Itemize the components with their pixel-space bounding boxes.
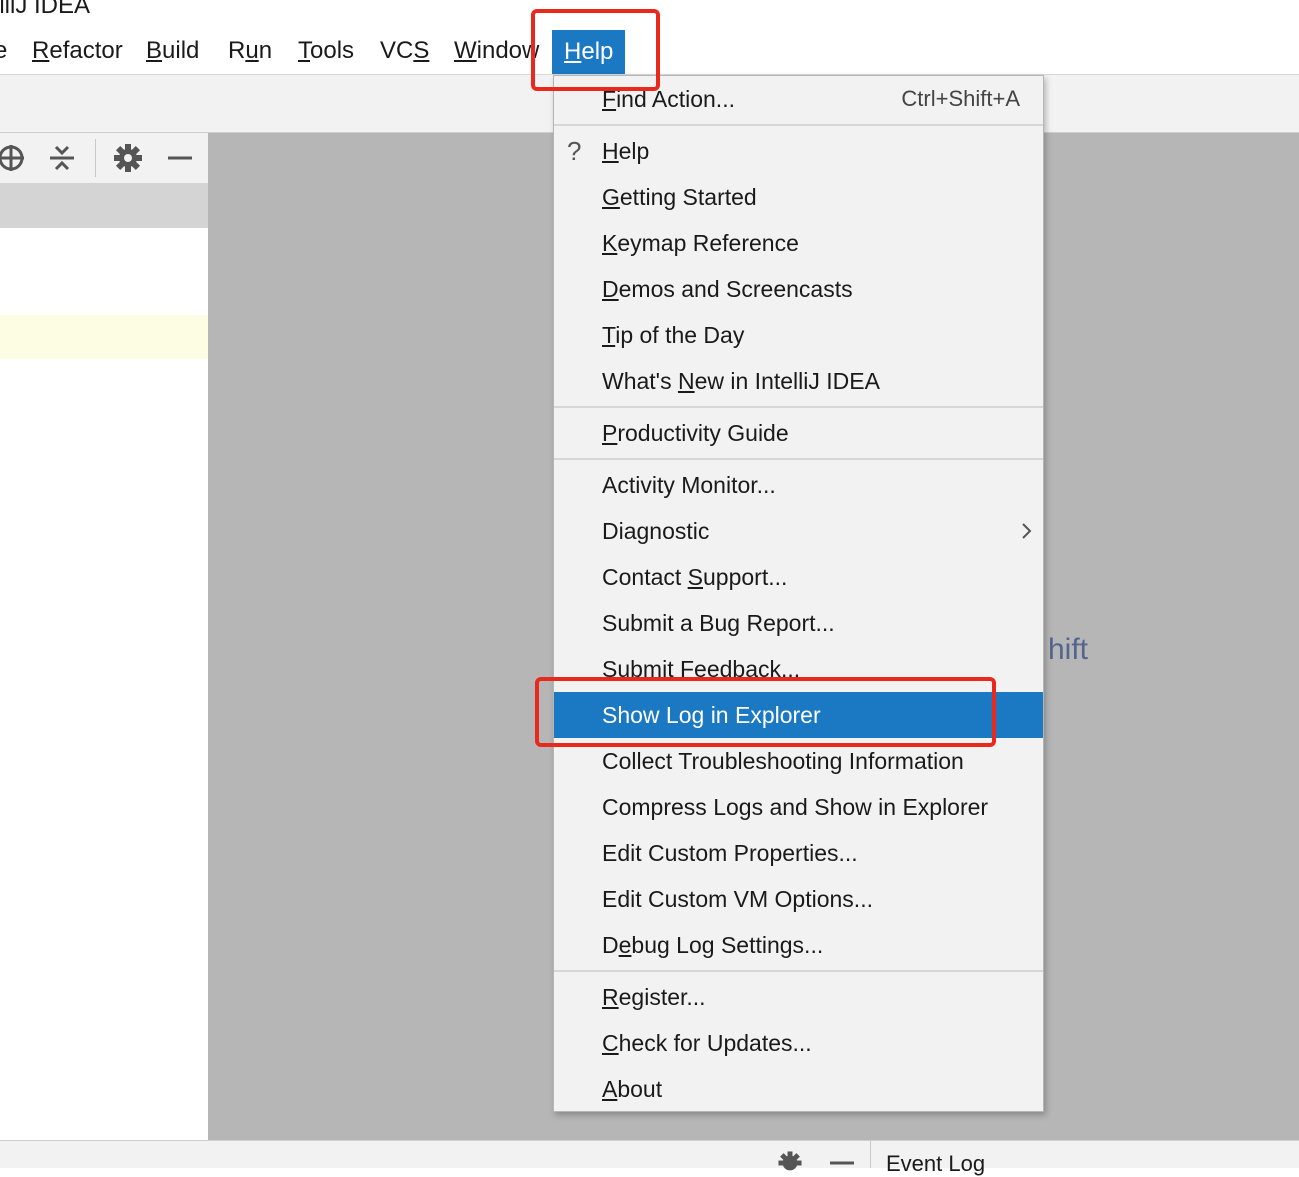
locate-icon[interactable] [0,141,28,175]
gear-icon[interactable] [776,1149,804,1177]
minimize-icon[interactable] [163,141,197,175]
menu-item-label: What's New in IntelliJ IDEA [602,368,880,394]
menu-item-contact-support[interactable]: Contact Support... [554,554,1043,600]
menu-item-compress-logs[interactable]: Compress Logs and Show in Explorer [554,784,1043,830]
menu-item-label: Debug Log Settings... [602,932,824,958]
gear-icon[interactable] [111,141,145,175]
menu-item-debug-log-settings[interactable]: Debug Log Settings... [554,922,1043,968]
menu-item-about[interactable]: About [554,1066,1043,1112]
menu-separator [554,124,1043,126]
menu-window[interactable]: Window [454,28,539,74]
menu-item-label: Demos and Screencasts [602,276,853,302]
shortcut-label: Ctrl+Shift+A [901,86,1020,111]
menu-item-edit-custom-vm-options[interactable]: Edit Custom VM Options... [554,876,1043,922]
annotation-highlight-help [531,9,660,91]
menu-separator [554,406,1043,408]
menu-item-demos[interactable]: Demos and Screencasts [554,266,1043,312]
question-icon: ? [567,136,582,166]
menu-item-label: Keymap Reference [602,230,799,256]
menu-item-label: Tip of the Day [602,322,745,348]
menu-item-keymap-reference[interactable]: Keymap Reference [554,220,1043,266]
menu-navigate[interactable]: e [0,28,7,74]
menu-item-edit-custom-properties[interactable]: Edit Custom Properties... [554,830,1043,876]
bottom-tool-bar: Event Log [0,1140,1299,1176]
project-panel-toolbar [0,133,208,183]
menu-item-label: Check for Updates... [602,1030,812,1056]
bottom-separator [870,1141,871,1168]
annotation-highlight-show-log [535,677,996,747]
event-log-tab[interactable]: Event Log [886,1151,985,1177]
menu-item-diagnostic[interactable]: Diagnostic [554,508,1043,554]
menu-item-check-for-updates[interactable]: Check for Updates... [554,1020,1043,1066]
minimize-icon[interactable] [828,1153,856,1173]
menu-item-label: Activity Monitor... [602,472,776,498]
menu-item-label: Productivity Guide [602,420,789,446]
menu-item-label: Register... [602,984,706,1010]
menu-item-label: Edit Custom VM Options... [602,886,873,912]
window-title: elliJ IDEA [0,0,91,19]
editor-hint-text: hift [1048,633,1089,666]
highlighted-row[interactable] [0,315,208,359]
menu-tools[interactable]: Tools [298,28,354,74]
menu-build[interactable]: Build [146,28,199,74]
menu-item-tip-of-the-day[interactable]: Tip of the Day [554,312,1043,358]
menu-item-label: Diagnostic [602,518,710,544]
menu-item-label: Compress Logs and Show in Explorer [602,794,989,820]
menu-item-label: Edit Custom Properties... [602,840,858,866]
menu-item-label: Help [602,138,650,164]
menu-item-getting-started[interactable]: Getting Started [554,174,1043,220]
project-panel [0,133,208,1140]
menu-item-help[interactable]: ? Help [554,128,1043,174]
menu-item-activity-monitor[interactable]: Activity Monitor... [554,462,1043,508]
menu-refactor[interactable]: Refactor [32,28,123,74]
toolbar-separator [95,139,96,177]
menu-vcs[interactable]: VCS [380,28,429,74]
menu-item-label: Contact Support... [602,564,788,590]
menu-item-whats-new[interactable]: What's New in IntelliJ IDEA [554,358,1043,404]
help-dropdown-menu: Find Action... Ctrl+Shift+A ? Help Getti… [553,75,1044,1112]
menu-item-label: Getting Started [602,184,757,210]
menu-item-label: About [602,1076,663,1102]
menu-run[interactable]: Run [228,28,272,74]
collapse-all-icon[interactable] [45,141,79,175]
menu-item-register[interactable]: Register... [554,974,1043,1020]
chevron-right-icon [1022,523,1032,539]
menu-item-label: Submit a Bug Report... [602,610,835,636]
menu-separator [554,970,1043,972]
menu-item-submit-bug-report[interactable]: Submit a Bug Report... [554,600,1043,646]
menu-separator [554,458,1043,460]
menu-item-productivity-guide[interactable]: Productivity Guide [554,410,1043,456]
project-panel-header [0,183,208,228]
